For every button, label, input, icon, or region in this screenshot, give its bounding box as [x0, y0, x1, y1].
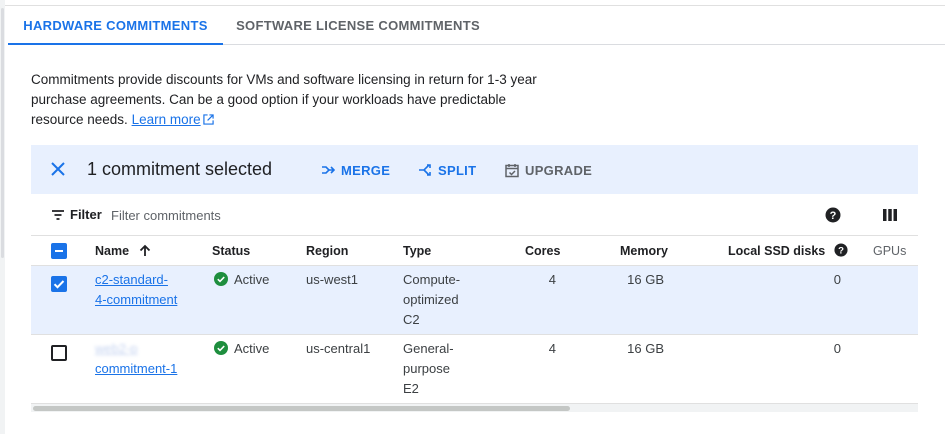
type-line-1: General- [403, 341, 454, 356]
calendar-check-icon [505, 163, 519, 177]
description-text: Commitments provide discounts for VMs an… [31, 72, 537, 127]
tab-software-license-commitments[interactable]: SOFTWARE LICENSE COMMITMENTS [223, 6, 493, 44]
column-header-memory[interactable]: Memory [620, 241, 668, 261]
check-circle-icon [214, 272, 228, 286]
learn-more-label: Learn more [131, 112, 201, 127]
left-scrollbar[interactable] [0, 0, 5, 434]
filter-bar: Filter ? [31, 195, 918, 236]
memory-cell: 16 GB [627, 272, 664, 287]
help-icon[interactable]: ? [834, 243, 848, 257]
left-scrollbar-thumb[interactable] [1, 8, 4, 258]
commitment-name-link[interactable]: c2-standard- 4-commitment [95, 270, 177, 310]
row-checkbox[interactable] [51, 345, 67, 361]
name-header-label: Name [95, 244, 130, 258]
split-label: SPLIT [438, 162, 477, 178]
commitments-description: Commitments provide discounts for VMs an… [31, 70, 561, 130]
column-header-local-ssd[interactable]: Local SSD disks ? [728, 241, 848, 261]
local-ssd-header-label: Local SSD disks [728, 244, 826, 258]
name-line-1-redacted: web2-p [95, 341, 138, 356]
checkmark-icon [53, 280, 65, 289]
external-link-icon [202, 114, 214, 125]
name-line-2: commitment-1 [95, 361, 178, 376]
tab-hardware-commitments[interactable]: HARDWARE COMMITMENTS [8, 6, 223, 45]
commitment-tabs: HARDWARE COMMITMENTS SOFTWARE LICENSE CO… [8, 6, 945, 45]
horizontal-scrollbar-thumb[interactable] [33, 406, 570, 411]
row-checkbox[interactable] [51, 276, 67, 292]
selection-count: 1 commitment selected [87, 159, 273, 179]
column-header-gpus[interactable]: GPUs [873, 241, 906, 261]
split-button[interactable]: SPLIT [418, 161, 476, 179]
column-display-icon[interactable] [883, 208, 897, 222]
filter-button[interactable]: Filter [51, 207, 102, 222]
type-cell: General- purpose E2 [403, 339, 454, 399]
local-ssd-cell: 0 [833, 341, 841, 356]
memory-cell: 16 GB [627, 341, 664, 356]
type-cell: Compute- optimized C2 [403, 270, 460, 330]
column-header-region[interactable]: Region [306, 241, 348, 261]
local-ssd-cell: 0 [833, 272, 841, 287]
select-all-checkbox[interactable] [51, 243, 67, 259]
split-icon [419, 164, 431, 176]
status-text: Active [234, 272, 270, 287]
learn-more-link[interactable]: Learn more [132, 112, 214, 127]
cores-cell: 4 [548, 272, 556, 287]
table-row[interactable]: c2-standard- 4-commitment Active us-west… [31, 266, 918, 335]
svg-text:?: ? [838, 246, 844, 257]
horizontal-scrollbar[interactable] [31, 404, 918, 412]
upgrade-label: UPGRADE [525, 162, 593, 178]
type-line-3: E2 [403, 381, 419, 396]
name-line-1: c2-standard- [95, 272, 168, 287]
indeterminate-icon [55, 250, 63, 252]
help-icon[interactable]: ? [825, 207, 841, 223]
region-cell: us-central1 [306, 341, 371, 356]
name-line-2: 4-commitment [95, 292, 178, 307]
column-header-name[interactable]: Name [95, 241, 151, 261]
merge-button[interactable]: MERGE [321, 161, 390, 179]
upgrade-button[interactable]: UPGRADE [505, 161, 592, 179]
selection-toolbar: 1 commitment selected MERGE SPLIT UPGRAD… [31, 145, 918, 194]
cores-cell: 4 [548, 341, 556, 356]
region-cell: us-west1 [306, 272, 359, 287]
filter-label: Filter [70, 207, 102, 222]
arrow-up-icon [139, 244, 150, 256]
filter-icon [52, 209, 64, 220]
close-icon[interactable] [49, 160, 67, 178]
status-cell: Active [214, 270, 269, 290]
type-line-2: optimized [403, 292, 459, 307]
type-line-1: Compute- [403, 272, 461, 287]
commitment-name-link[interactable]: web2-p commitment-1 [95, 339, 177, 379]
filter-input[interactable] [111, 204, 711, 226]
type-line-3: C2 [403, 312, 420, 327]
table-row[interactable]: web2-p commitment-1 Active us-central1 G… [31, 335, 918, 404]
status-text: Active [234, 341, 270, 356]
merge-icon [322, 166, 335, 174]
check-circle-icon [214, 341, 228, 355]
column-header-status[interactable]: Status [212, 241, 250, 261]
table-header: Name Status Region Type Cores Memory Loc… [31, 236, 918, 266]
svg-text:?: ? [830, 210, 837, 222]
type-line-2: purpose [403, 361, 450, 376]
status-cell: Active [214, 339, 269, 359]
column-header-type[interactable]: Type [403, 241, 431, 261]
merge-label: MERGE [341, 162, 391, 178]
column-header-cores[interactable]: Cores [525, 241, 560, 261]
